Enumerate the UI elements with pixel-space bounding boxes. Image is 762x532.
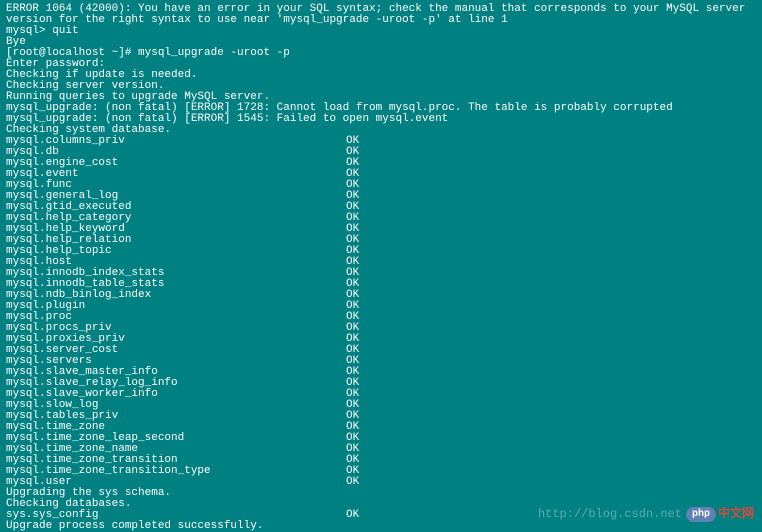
terminal-output: ERROR 1064 (42000): You have an error in… <box>6 4 756 532</box>
table-check-line: mysql.time_zone_transition_typeOK <box>6 466 756 477</box>
table-status: OK <box>346 477 359 488</box>
table-status: OK <box>346 510 359 521</box>
table-check-line: mysql.slave_worker_infoOK <box>6 389 756 400</box>
terminal-line: Upgrade process completed successfully. <box>6 521 756 532</box>
watermark-url: http://blog.csdn.net <box>538 509 682 520</box>
watermark: http://blog.csdn.net php 中文网 <box>538 507 754 522</box>
table-check-line: mysql.eventOK <box>6 169 756 180</box>
table-check-line: mysql.server_costOK <box>6 345 756 356</box>
table-check-line: mysql.dbOK <box>6 147 756 158</box>
table-check-line: mysql.proxies_privOK <box>6 334 756 345</box>
table-check-line: mysql.engine_costOK <box>6 158 756 169</box>
table-check-line: mysql.pluginOK <box>6 301 756 312</box>
table-check-line: mysql.ndb_binlog_indexOK <box>6 290 756 301</box>
table-check-line: mysql.tables_privOK <box>6 411 756 422</box>
php-cn-text: 中文网 <box>718 509 754 520</box>
php-pill: php <box>686 507 716 522</box>
terminal-line: [root@localhost ~]# mysql_upgrade -uroot… <box>6 48 756 59</box>
table-check-line: mysql.procOK <box>6 312 756 323</box>
terminal-line: version for the right syntax to use near… <box>6 15 756 26</box>
table-check-line: mysql.columns_privOK <box>6 136 756 147</box>
table-check-line: mysql.slow_logOK <box>6 400 756 411</box>
terminal-line: mysql> quit <box>6 26 756 37</box>
table-check-line: mysql.funcOK <box>6 180 756 191</box>
table-check-line: mysql.help_relationOK <box>6 235 756 246</box>
php-badge: php 中文网 <box>686 507 754 522</box>
table-check-line: mysql.help_topicOK <box>6 246 756 257</box>
